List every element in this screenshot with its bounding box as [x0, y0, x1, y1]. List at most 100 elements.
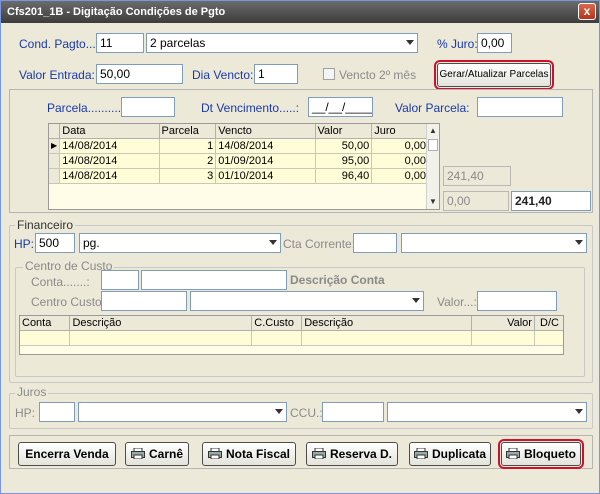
centro-custo-grid[interactable]: Conta Descrição C.Custo Descrição Valor … [19, 315, 564, 355]
empty-cell[interactable] [20, 330, 71, 346]
valor-parcela-input[interactable] [477, 97, 563, 117]
close-button[interactable]: x [578, 3, 596, 20]
chevron-down-icon [406, 40, 414, 45]
hp-select[interactable]: pg. [79, 233, 281, 253]
conta-desc-input[interactable] [141, 270, 287, 290]
scroll-down-icon[interactable]: ▼ [427, 196, 439, 208]
centro-custo-select[interactable] [190, 291, 424, 311]
col-conta-header[interactable]: Conta [20, 316, 71, 331]
juro-total-field: 0,00 [443, 191, 509, 211]
valor-entrada-input[interactable]: 50,00 [96, 64, 183, 84]
cell-vencto[interactable]: 01/09/2014 [215, 153, 316, 169]
row-indicator [49, 168, 61, 184]
dia-vencto-label: Dia Vencto: [192, 68, 254, 82]
nota-fiscal-button[interactable]: Nota Fiscal [202, 442, 296, 466]
empty-cell[interactable] [251, 330, 303, 346]
col-descricao2-header[interactable]: Descrição [301, 316, 473, 331]
cta-corrente-label: Cta Corrente: [283, 237, 356, 251]
chevron-down-icon [575, 240, 583, 245]
subtotal-field: 241,40 [443, 166, 511, 186]
col-valor-header[interactable]: Valor [315, 124, 373, 139]
grid-header: Data Parcela Vencto Valor Juro [49, 124, 429, 139]
juros-hp-select[interactable] [78, 402, 287, 422]
duplicata-label: Duplicata [431, 447, 486, 461]
valor-input[interactable] [477, 291, 557, 311]
dia-vencto-input[interactable]: 1 [254, 64, 298, 84]
vencto-2-mes-label: Vencto 2º mês [339, 68, 417, 82]
cell-parcela[interactable]: 3 [159, 168, 217, 184]
parcelas-grid[interactable]: Data Parcela Vencto Valor Juro ▶ 14/08/2… [48, 123, 440, 210]
col-ccusto-header[interactable]: C.Custo [251, 316, 303, 331]
cell-data[interactable]: 14/08/2014 [59, 153, 160, 169]
carne-button[interactable]: Carnê [125, 442, 189, 466]
col-data-header[interactable]: Data [59, 124, 160, 139]
col-descricao-header[interactable]: Descrição [69, 316, 253, 331]
nota-fiscal-label: Nota Fiscal [225, 447, 291, 461]
cell-valor[interactable]: 50,00 [315, 138, 373, 154]
cell-parcela[interactable]: 1 [159, 138, 217, 154]
dt-vencimento-input[interactable]: __/__/____ [308, 97, 373, 117]
empty-cell[interactable] [69, 330, 253, 346]
cell-vencto[interactable]: 14/08/2014 [215, 138, 316, 154]
parcela-input[interactable] [121, 97, 175, 117]
hp-desc: pg. [83, 236, 100, 250]
juros-legend: Juros [15, 385, 49, 399]
chevron-down-icon [412, 298, 420, 303]
printer-icon [130, 444, 145, 460]
parcela-label: Parcela..........: [47, 101, 125, 115]
cta-corrente-select[interactable] [401, 233, 587, 253]
col-vencto-header[interactable]: Vencto [215, 124, 316, 139]
vencto-2-mes-checkbox[interactable] [323, 68, 335, 80]
hp-label: HP: [14, 237, 35, 251]
table-row[interactable]: 14/08/2014 2 01/09/2014 95,00 0,00 [49, 153, 429, 169]
cond-pagto-select[interactable]: 2 parcelas [146, 33, 418, 53]
ccu-code-input[interactable] [322, 402, 384, 422]
table-row[interactable]: ▶ 14/08/2014 1 14/08/2014 50,00 0,00 [49, 138, 429, 154]
conta-label: Conta.......: [31, 275, 90, 289]
cell-juro[interactable]: 0,00 [371, 168, 429, 184]
juro-input[interactable]: 0,00 [477, 33, 512, 53]
empty-cell[interactable] [301, 330, 473, 346]
gerar-parcelas-button[interactable]: Gerar/Atualizar Parcelas [434, 60, 554, 90]
cell-data[interactable]: 14/08/2014 [59, 168, 160, 184]
reserva-button[interactable]: Reserva D. [306, 442, 398, 466]
table-row[interactable] [20, 330, 563, 346]
empty-cell[interactable] [534, 330, 563, 346]
scroll-up-icon[interactable]: ▲ [427, 125, 439, 137]
duplicata-button[interactable]: Duplicata [409, 442, 491, 466]
bloqueto-button[interactable]: Bloqueto [498, 439, 584, 469]
ccu-select[interactable] [387, 402, 587, 422]
row-indicator [49, 153, 61, 169]
reserva-label: Reserva D. [329, 447, 393, 461]
centro-custo-code-input[interactable] [101, 291, 187, 311]
grid-scrollbar[interactable]: ▲ ▼ [426, 124, 439, 209]
col-parcela-header[interactable]: Parcela [159, 124, 217, 139]
col-juro-header[interactable]: Juro [371, 124, 429, 139]
chevron-down-icon [275, 409, 283, 414]
cond-pagto-code-input[interactable]: 11 [96, 33, 144, 53]
col-dc-header[interactable]: D/C [534, 316, 563, 331]
cta-corrente-code-input[interactable] [353, 233, 397, 253]
chevron-down-icon [575, 409, 583, 414]
cell-juro[interactable]: 0,00 [371, 138, 429, 154]
col-valor-header[interactable]: Valor [471, 316, 535, 331]
scroll-thumb[interactable] [428, 139, 438, 151]
centro-custo-label: Centro Custo: [31, 295, 106, 309]
conta-code-input[interactable] [101, 270, 139, 290]
juros-hp-code-input[interactable] [39, 402, 75, 422]
cell-valor[interactable]: 95,00 [315, 153, 373, 169]
printer-icon [207, 444, 222, 460]
cond-pagto-desc: 2 parcelas [150, 36, 206, 50]
empty-cell[interactable] [471, 330, 535, 346]
cell-juro[interactable]: 0,00 [371, 153, 429, 169]
cell-parcela[interactable]: 2 [159, 153, 217, 169]
table-row[interactable]: 14/08/2014 3 01/10/2014 96,40 0,00 [49, 168, 429, 184]
cond-pagto-label: Cond. Pagto...: [19, 37, 100, 51]
cell-valor[interactable]: 96,40 [315, 168, 373, 184]
cell-data[interactable]: 14/08/2014 [59, 138, 160, 154]
cell-vencto[interactable]: 01/10/2014 [215, 168, 316, 184]
total-field: 241,40 [511, 191, 591, 211]
encerra-venda-button[interactable]: Encerra Venda [18, 442, 116, 466]
printer-icon [506, 444, 520, 460]
hp-code-input[interactable]: 500 [35, 233, 75, 253]
